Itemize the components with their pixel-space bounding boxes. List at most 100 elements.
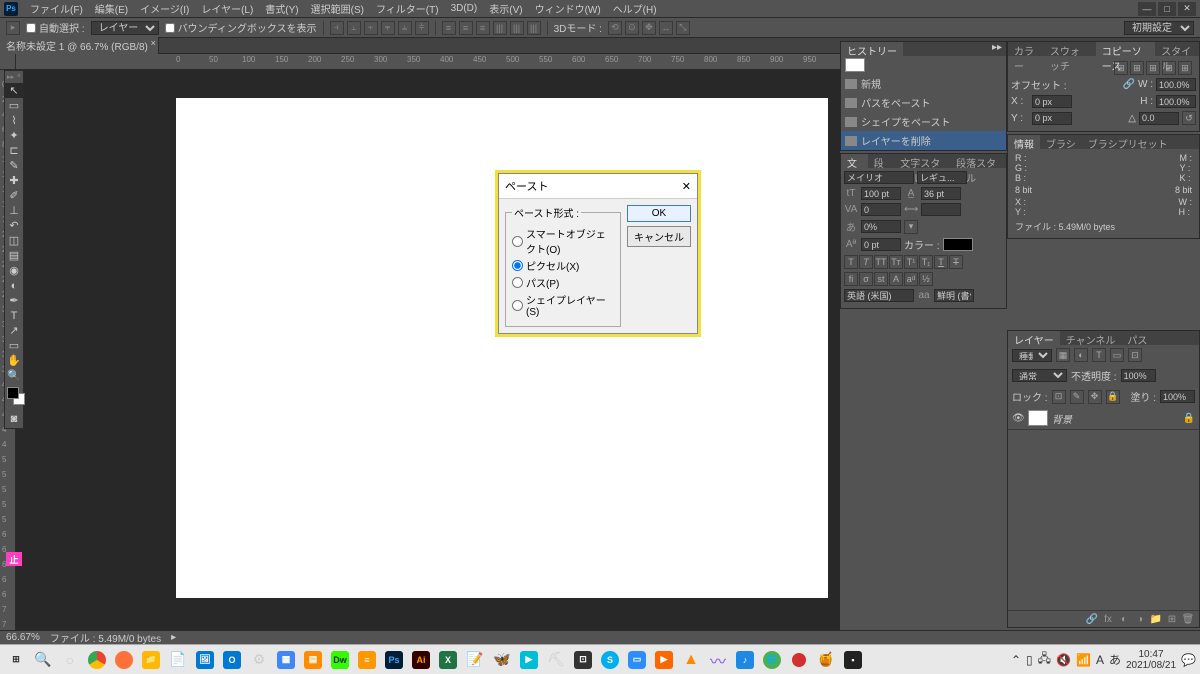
pen-tool[interactable]: ✒ <box>5 293 23 308</box>
paste-option-row[interactable]: ピクセル(X) <box>512 258 614 273</box>
filter-smart-icon[interactable]: ⊡ <box>1128 348 1142 362</box>
document-tab[interactable]: 名称未設定 1 @ 66.7% (RGB/8) × <box>0 37 159 54</box>
dodge-tool[interactable]: ◐ <box>5 278 23 293</box>
color-swatch[interactable] <box>7 387 21 407</box>
distribute-right-icon[interactable]: ||| <box>527 21 541 35</box>
underline-button[interactable]: T <box>934 255 948 269</box>
tracking-input[interactable] <box>921 203 961 216</box>
stylistic-button[interactable]: st <box>874 272 888 286</box>
obs-icon[interactable]: ⊡ <box>571 648 595 672</box>
app-icon-5[interactable]: ⛏ <box>544 648 568 672</box>
fractions-button[interactable]: ½ <box>919 272 933 286</box>
distribute-h-icon[interactable]: ||| <box>510 21 524 35</box>
leading-input[interactable] <box>921 187 961 200</box>
zoom-tool[interactable]: 🔍 <box>5 368 23 383</box>
layer-fx-icon[interactable]: fx <box>1101 613 1115 625</box>
globe-icon[interactable]: 🌐 <box>760 648 784 672</box>
zoom-level[interactable]: 66.67% <box>6 632 40 643</box>
adjustment-layer-icon[interactable]: ◑ <box>1133 613 1147 625</box>
skype-icon[interactable]: S <box>598 648 622 672</box>
paste-option-row[interactable]: パス(P) <box>512 275 614 290</box>
paragraph-tab[interactable]: 段落 <box>868 154 895 168</box>
paste-option-row[interactable]: シェイプレイヤー(S) <box>512 292 614 318</box>
ligature-button[interactable]: fi <box>844 272 858 286</box>
photos-icon[interactable]: 🖼 <box>193 648 217 672</box>
history-item[interactable]: レイヤーを削除 <box>841 131 1006 150</box>
canvas-viewport[interactable] <box>16 70 840 630</box>
music-icon[interactable]: ♪ <box>733 648 757 672</box>
window-minimize-button[interactable]: — <box>1138 2 1156 16</box>
distribute-left-icon[interactable]: ||| <box>493 21 507 35</box>
menu-edit[interactable]: 編集(E) <box>89 0 134 18</box>
menu-help[interactable]: ヘルプ(H) <box>607 0 663 18</box>
antialias-select[interactable] <box>934 289 974 302</box>
lock-all-icon[interactable]: 🔒 <box>1106 390 1120 404</box>
hand-tool[interactable]: ✋ <box>5 353 23 368</box>
swatches-tab[interactable]: スウォッチ <box>1044 42 1096 56</box>
layer-visibility-icon[interactable]: 👁 <box>1012 413 1024 424</box>
char-style-tab[interactable]: 文字スタイル <box>894 154 950 168</box>
outlook-icon[interactable]: O <box>220 648 244 672</box>
3d-roll-icon[interactable]: ⊙ <box>625 21 639 35</box>
excel-icon[interactable]: X <box>436 648 460 672</box>
superscript-button[interactable]: T¹ <box>904 255 918 269</box>
layers-tab[interactable]: レイヤー <box>1008 331 1060 345</box>
tray-ime2-icon[interactable]: あ <box>1109 651 1121 668</box>
paste-option-radio[interactable] <box>512 277 523 288</box>
font-family-input[interactable] <box>844 171 914 184</box>
app-icon-4[interactable]: ▶ <box>517 648 541 672</box>
notepad-icon[interactable]: 📄 <box>166 648 190 672</box>
menu-3d[interactable]: 3D(D) <box>445 1 484 16</box>
3d-scale-icon[interactable]: ⤡ <box>676 21 690 35</box>
subscript-button[interactable]: T₁ <box>919 255 933 269</box>
paths-tab[interactable]: パス <box>1121 331 1153 345</box>
quick-mask-tool[interactable]: ◙ <box>5 411 23 426</box>
cortana-icon[interactable]: ○ <box>58 648 82 672</box>
settings-icon[interactable]: ⚙ <box>247 648 271 672</box>
3d-slide-icon[interactable]: ↔ <box>659 21 673 35</box>
menu-file[interactable]: ファイル(F) <box>24 0 89 18</box>
eraser-tool[interactable]: ◫ <box>5 233 23 248</box>
tray-wifi-icon[interactable]: 📶 <box>1076 653 1091 667</box>
delete-layer-icon[interactable]: 🗑 <box>1181 613 1195 625</box>
align-top-icon[interactable]: ⫧ <box>381 21 395 35</box>
ordinals-button[interactable]: aᵈ <box>904 272 918 286</box>
smallcaps-button[interactable]: Tᴛ <box>889 255 903 269</box>
fill-input[interactable] <box>1160 390 1195 403</box>
bold-button[interactable]: T <box>844 255 858 269</box>
menu-window[interactable]: ウィンドウ(W) <box>529 0 607 18</box>
oldstyle-button[interactable]: σ <box>859 272 873 286</box>
layer-name[interactable]: 背景 <box>1052 411 1072 426</box>
clone-src-3-icon[interactable]: ⊞ <box>1146 61 1160 75</box>
y-input[interactable] <box>1032 112 1072 125</box>
history-tab[interactable]: ヒストリー <box>841 42 903 56</box>
history-brush-tool[interactable]: ↶ <box>5 218 23 233</box>
angle-input[interactable] <box>1139 112 1179 125</box>
dialog-close-icon[interactable]: ✕ <box>682 180 691 193</box>
marquee-tool[interactable]: ▭ <box>5 98 23 113</box>
layer-mask-icon[interactable]: ◐ <box>1117 613 1131 625</box>
history-snapshot-thumb[interactable] <box>845 58 865 72</box>
character-tab[interactable]: 文字 <box>841 154 868 168</box>
clone-src-5-icon[interactable]: ⊞ <box>1178 61 1192 75</box>
eyedropper-tool[interactable]: ✎ <box>5 158 23 173</box>
menu-layer[interactable]: レイヤー(L) <box>195 0 259 18</box>
workspace-select[interactable]: 初期設定 <box>1124 21 1194 35</box>
scale-h-dropdown[interactable]: ▾ <box>904 220 918 234</box>
styles-tab[interactable]: スタイル <box>1155 42 1199 56</box>
menu-image[interactable]: イメージ(I) <box>134 0 195 18</box>
reset-angle-icon[interactable]: ↺ <box>1182 111 1196 125</box>
h-input[interactable] <box>1156 95 1196 108</box>
3d-pan-icon[interactable]: ✥ <box>642 21 656 35</box>
x-input[interactable] <box>1032 95 1072 108</box>
explorer-icon[interactable]: 📁 <box>139 648 163 672</box>
opacity-input[interactable] <box>1121 369 1156 382</box>
blend-mode-select[interactable]: 通常 <box>1012 369 1067 382</box>
stamp-tool[interactable]: ⊥ <box>5 203 23 218</box>
history-item[interactable]: パスをペースト <box>841 93 1006 112</box>
filter-adjust-icon[interactable]: ◐ <box>1074 348 1088 362</box>
window-close-button[interactable]: ✕ <box>1178 2 1196 16</box>
sublime-icon[interactable]: ≡ <box>355 648 379 672</box>
clock[interactable]: 10:47 2021/08/21 <box>1126 649 1176 671</box>
window-maximize-button[interactable]: □ <box>1158 2 1176 16</box>
